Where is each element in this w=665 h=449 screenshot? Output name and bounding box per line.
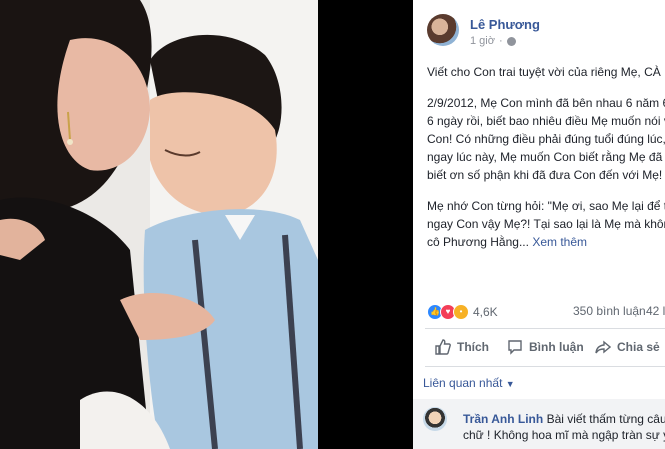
like-button[interactable]: Thích — [435, 339, 489, 355]
comment-count[interactable]: 350 bình luận — [573, 304, 646, 318]
like-label: Thích — [457, 340, 489, 354]
post-timestamp[interactable]: 1 giờ · — [470, 35, 516, 47]
post-line: 2/9/2012, Mẹ Con mình đã bên nhau 6 năm … — [427, 96, 665, 110]
post-line: cô Phương Hằng... — [427, 235, 529, 249]
comment-item: Trần Anh Linh Bài viết thấm từng câu từ … — [413, 399, 665, 449]
caret-down-icon: ▼ — [505, 379, 515, 389]
post-line: Mẹ nhớ Con từng hỏi: "Mẹ ơi, sao Mẹ lại … — [427, 199, 665, 213]
post-line: biết ơn số phận khi đã đưa Con đến với M… — [427, 168, 663, 182]
post-line: Con! Có những điều phải đúng tuổi đúng l… — [427, 132, 665, 146]
post-actions: Thích Bình luận Chia sẻ — [427, 335, 665, 361]
post-paragraph: Mẹ nhớ Con từng hỏi: "Mẹ ơi, sao Mẹ lại … — [427, 197, 665, 251]
sad-reaction-icon: • — [453, 304, 469, 320]
dot-separator: · — [498, 35, 503, 47]
comment-line-1: Bài viết thấm từng câu từ — [546, 412, 665, 426]
comment-icon — [508, 340, 522, 355]
divider — [425, 328, 665, 329]
comment-button[interactable]: Bình luận — [507, 339, 584, 355]
post-line: Viết cho Con trai tuyệt vời của riêng Mẹ… — [427, 65, 665, 79]
photo-illustration — [0, 0, 318, 449]
divider — [425, 366, 665, 367]
author-name[interactable]: Lê Phương — [470, 17, 540, 32]
post-line: 6 ngày rồi, biết bao nhiêu điều Mẹ muốn … — [427, 114, 665, 128]
post-side-panel: Lê Phương 1 giờ · Viết cho Con trai tuyệ… — [413, 0, 665, 449]
post-line: ngay lúc này, Mẹ muốn Con biết rằng Mẹ đ… — [427, 150, 663, 164]
thumbs-up-icon — [435, 339, 451, 355]
comment-sort-label: Liên quan nhất — [423, 376, 503, 390]
share-icon — [595, 340, 611, 354]
comment-line-2: chữ ! Không hoa mĩ mà ngập tràn sự yêu — [463, 428, 665, 442]
post-stats: 👍 ♥ • 4,6K 350 bình luận 42 lượ — [427, 303, 665, 321]
globe-icon — [506, 36, 516, 46]
share-label: Chia sẻ — [617, 340, 660, 354]
commenter-avatar[interactable] — [423, 407, 447, 431]
share-button[interactable]: Chia sẻ — [595, 339, 660, 355]
reaction-count: 4,6K — [473, 305, 498, 319]
see-more-link[interactable]: Xem thêm — [532, 235, 587, 249]
post-time-text: 1 giờ — [470, 35, 495, 47]
photo-viewer[interactable] — [0, 0, 413, 449]
share-count[interactable]: 42 lượ — [646, 304, 665, 318]
post-paragraph: 2/9/2012, Mẹ Con mình đã bên nhau 6 năm … — [427, 94, 665, 184]
commenter-name[interactable]: Trần Anh Linh — [463, 412, 543, 426]
reactions-summary[interactable]: 👍 ♥ • 4,6K — [427, 304, 498, 320]
comment-sort-dropdown[interactable]: Liên quan nhất ▼ — [423, 376, 515, 390]
post-line: ngay Con vậy Mẹ?! Tại sao lại là Mẹ mà k… — [427, 217, 665, 231]
comment-label: Bình luận — [529, 340, 584, 354]
comment-text: Trần Anh Linh Bài viết thấm từng câu từ … — [463, 411, 665, 443]
post-paragraph: Viết cho Con trai tuyệt vời của riêng Mẹ… — [427, 63, 665, 81]
author-avatar[interactable] — [427, 14, 459, 46]
post-photo[interactable] — [0, 0, 318, 449]
post-body: Viết cho Con trai tuyệt vời của riêng Mẹ… — [427, 63, 665, 264]
